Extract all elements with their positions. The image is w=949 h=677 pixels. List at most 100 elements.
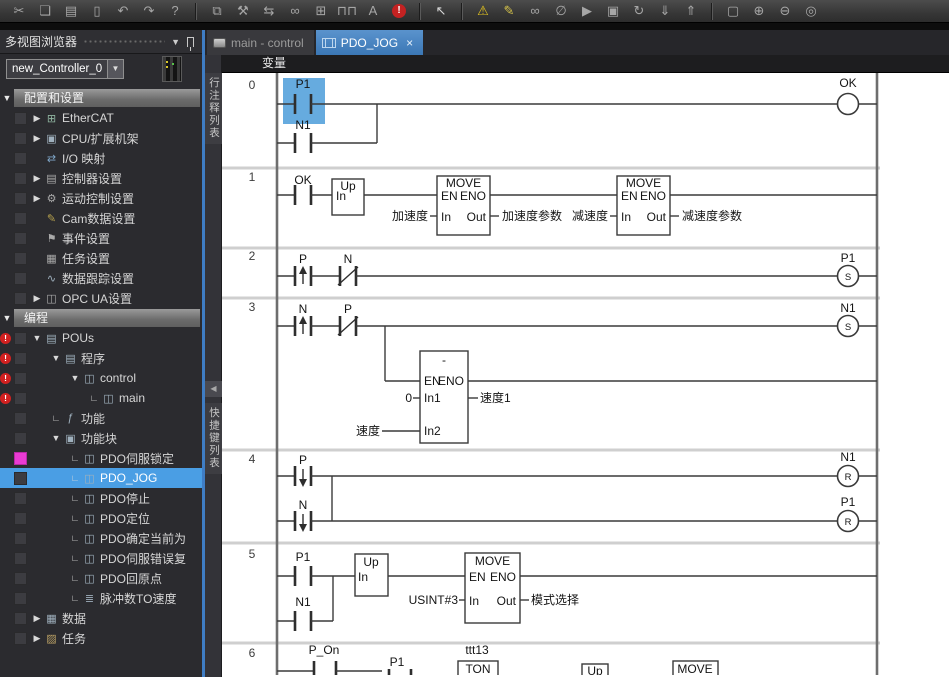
tree-item[interactable]: ▶▨任务 (0, 628, 202, 648)
tree-item[interactable]: ⚑事件设置 (0, 228, 202, 248)
monitor-off-icon[interactable]: ∅ (548, 1, 574, 21)
tab-main-control[interactable]: main - control (207, 30, 314, 55)
tree-item[interactable]: ∿数据跟踪设置 (0, 268, 202, 288)
tree-item[interactable]: ▦任务设置 (0, 248, 202, 268)
expand-icon[interactable]: ▼ (49, 353, 63, 363)
rung-number[interactable]: 6 (249, 646, 256, 660)
tree-item[interactable]: ⇄I/O 映射 (0, 148, 202, 168)
rung-number[interactable]: 3 (249, 300, 256, 314)
tree-item[interactable]: !∟◫main (0, 388, 202, 408)
error-list-icon[interactable]: ! (392, 4, 406, 18)
expand-icon[interactable]: ▶ (30, 173, 44, 184)
coil-operand[interactable]: P1 (841, 251, 856, 265)
upload-icon[interactable]: ⇑ (678, 1, 704, 21)
coil-operand[interactable]: OK (839, 76, 856, 90)
variables-bar[interactable]: 变量 (222, 55, 949, 73)
input-operand[interactable]: 速度 (356, 423, 380, 438)
rung-number[interactable]: 2 (249, 249, 256, 263)
download-icon[interactable]: ⇓ (652, 1, 678, 21)
tree-item[interactable]: !▼◫control (0, 368, 202, 388)
shortcut-key-list-tab[interactable]: 快捷键列表 (205, 403, 222, 474)
contact-operand[interactable]: N (299, 302, 308, 316)
build-warning-icon[interactable]: ⚠ (470, 1, 496, 21)
contact-operand[interactable]: P1 (390, 655, 405, 669)
tree-item[interactable]: ▶▣CPU/扩展机架 (0, 128, 202, 148)
stop-icon[interactable]: ▣ (600, 1, 626, 21)
expand-icon[interactable]: ▶ (30, 113, 44, 124)
tree-item[interactable]: ✎Cam数据设置 (0, 208, 202, 228)
expand-icon[interactable]: ▶ (30, 633, 44, 644)
rung-1[interactable]: OK Up In MOVE EN ENO In Out 加速度 加速度参数 MO… (277, 173, 877, 235)
tree-item[interactable]: ∟◫PDO伺服错误复 (0, 548, 202, 568)
contact-operand[interactable]: N1 (295, 595, 311, 609)
tree-item[interactable]: ∟◫PDO定位 (0, 508, 202, 528)
tree-item[interactable]: ▶◫OPC UA设置 (0, 288, 202, 308)
contact-operand[interactable]: P1 (296, 550, 311, 564)
controller-selector[interactable]: new_Controller_0 ▼ (6, 59, 124, 79)
expand-icon[interactable]: ▶ (30, 193, 44, 204)
cut-icon[interactable]: ✂ (6, 1, 32, 21)
zoom-in-icon[interactable]: ⊕ (746, 1, 772, 21)
window-icon[interactable]: ⧉ (204, 1, 230, 21)
collapse-arrow-icon[interactable]: ◀ (205, 381, 222, 397)
tree-item[interactable]: ▶⊞EtherCAT (0, 108, 202, 128)
rung-numbers[interactable]: 0 1 2 3 4 5 6 (249, 78, 256, 660)
tree-item[interactable]: ▶▤控制器设置 (0, 168, 202, 188)
output-operand[interactable]: 速度1 (480, 390, 511, 405)
input-operand[interactable]: 减速度 (572, 208, 608, 223)
output-operand[interactable]: 模式选择 (531, 593, 579, 607)
close-tab-icon[interactable]: × (406, 36, 413, 50)
tree-item[interactable]: !▼▤程序 (0, 348, 202, 368)
contact-operand[interactable]: P (344, 302, 352, 316)
undo-icon[interactable]: ↶ (110, 1, 136, 21)
row-comment-list-tab[interactable]: 行注释列表 (205, 73, 222, 144)
tree-item[interactable]: ▶⚙运动控制设置 (0, 188, 202, 208)
rung-0[interactable]: P1 N1 OK (277, 76, 877, 153)
rung-6[interactable]: P_On P1 ttt13 TON Up MOVE (277, 643, 718, 675)
compare-icon[interactable]: ⇆ (256, 1, 282, 21)
contact-operand[interactable]: P (299, 453, 307, 467)
io-table-icon[interactable]: ⊞ (308, 1, 334, 21)
section-collapse-icon[interactable]: ▼ (0, 313, 14, 323)
rung-5[interactable]: P1 N1 Up In MOVE EN ENO In Out USINT#3 模… (277, 550, 877, 631)
output-coil[interactable] (838, 94, 859, 115)
contact-operand[interactable]: N (344, 252, 353, 266)
expand-icon[interactable]: ▼ (30, 333, 44, 343)
ladder-editor[interactable]: 0 1 2 3 4 5 6 P1 N1 OK OK Up In MOVE EN … (222, 73, 949, 675)
zoom-fit-icon[interactable]: ◎ (798, 1, 824, 21)
expand-icon[interactable]: ▶ (30, 613, 44, 624)
monitor-icon[interactable]: ∞ (522, 1, 548, 21)
tree-item[interactable]: ▼▣功能块 (0, 428, 202, 448)
expand-icon[interactable]: ▶ (30, 293, 44, 304)
tree-item[interactable]: ∟◫PDO停止 (0, 488, 202, 508)
run-icon[interactable]: ▶ (574, 1, 600, 21)
tree-item[interactable]: ∟◫PDO确定当前为 (0, 528, 202, 548)
zoom-out-icon[interactable]: ⊖ (772, 1, 798, 21)
rung-number[interactable]: 1 (249, 170, 256, 184)
rung-number[interactable]: 5 (249, 547, 256, 561)
tree-item[interactable]: ∟◫PDO伺服锁定 (0, 448, 202, 468)
rung-4[interactable]: P N N1 R P1 R (277, 450, 877, 532)
tree-item[interactable]: ∟≣脉冲数TO速度 (0, 588, 202, 608)
select-cursor-icon[interactable]: ↖ (428, 1, 454, 21)
rung-number[interactable]: 0 (249, 78, 256, 92)
rung-number[interactable]: 4 (249, 452, 256, 466)
paste-icon[interactable]: ▤ (58, 1, 84, 21)
output-operand[interactable]: 加速度参数 (502, 208, 562, 223)
input-operand[interactable]: USINT#3 (409, 593, 459, 607)
contact-operand[interactable]: N1 (295, 118, 311, 132)
help-icon[interactable]: ? (162, 1, 188, 21)
output-operand[interactable]: 减速度参数 (682, 208, 742, 223)
controller-dropdown-icon[interactable]: ▼ (107, 60, 123, 78)
expand-icon[interactable]: ▼ (49, 433, 63, 443)
contact-operand[interactable]: N (299, 498, 308, 512)
tree-item[interactable]: ∟ƒ功能 (0, 408, 202, 428)
input-operand[interactable]: 加速度 (392, 208, 428, 223)
search-watch-icon[interactable]: ∞ (282, 1, 308, 21)
select-rect-icon[interactable]: ▢ (720, 1, 746, 21)
coil-operand[interactable]: P1 (841, 495, 856, 509)
expand-icon[interactable]: ▶ (30, 133, 44, 144)
pulse-icon[interactable]: ⊓⊓ (334, 1, 360, 21)
redo-icon[interactable]: ↷ (136, 1, 162, 21)
contact-operand[interactable]: OK (294, 173, 311, 187)
